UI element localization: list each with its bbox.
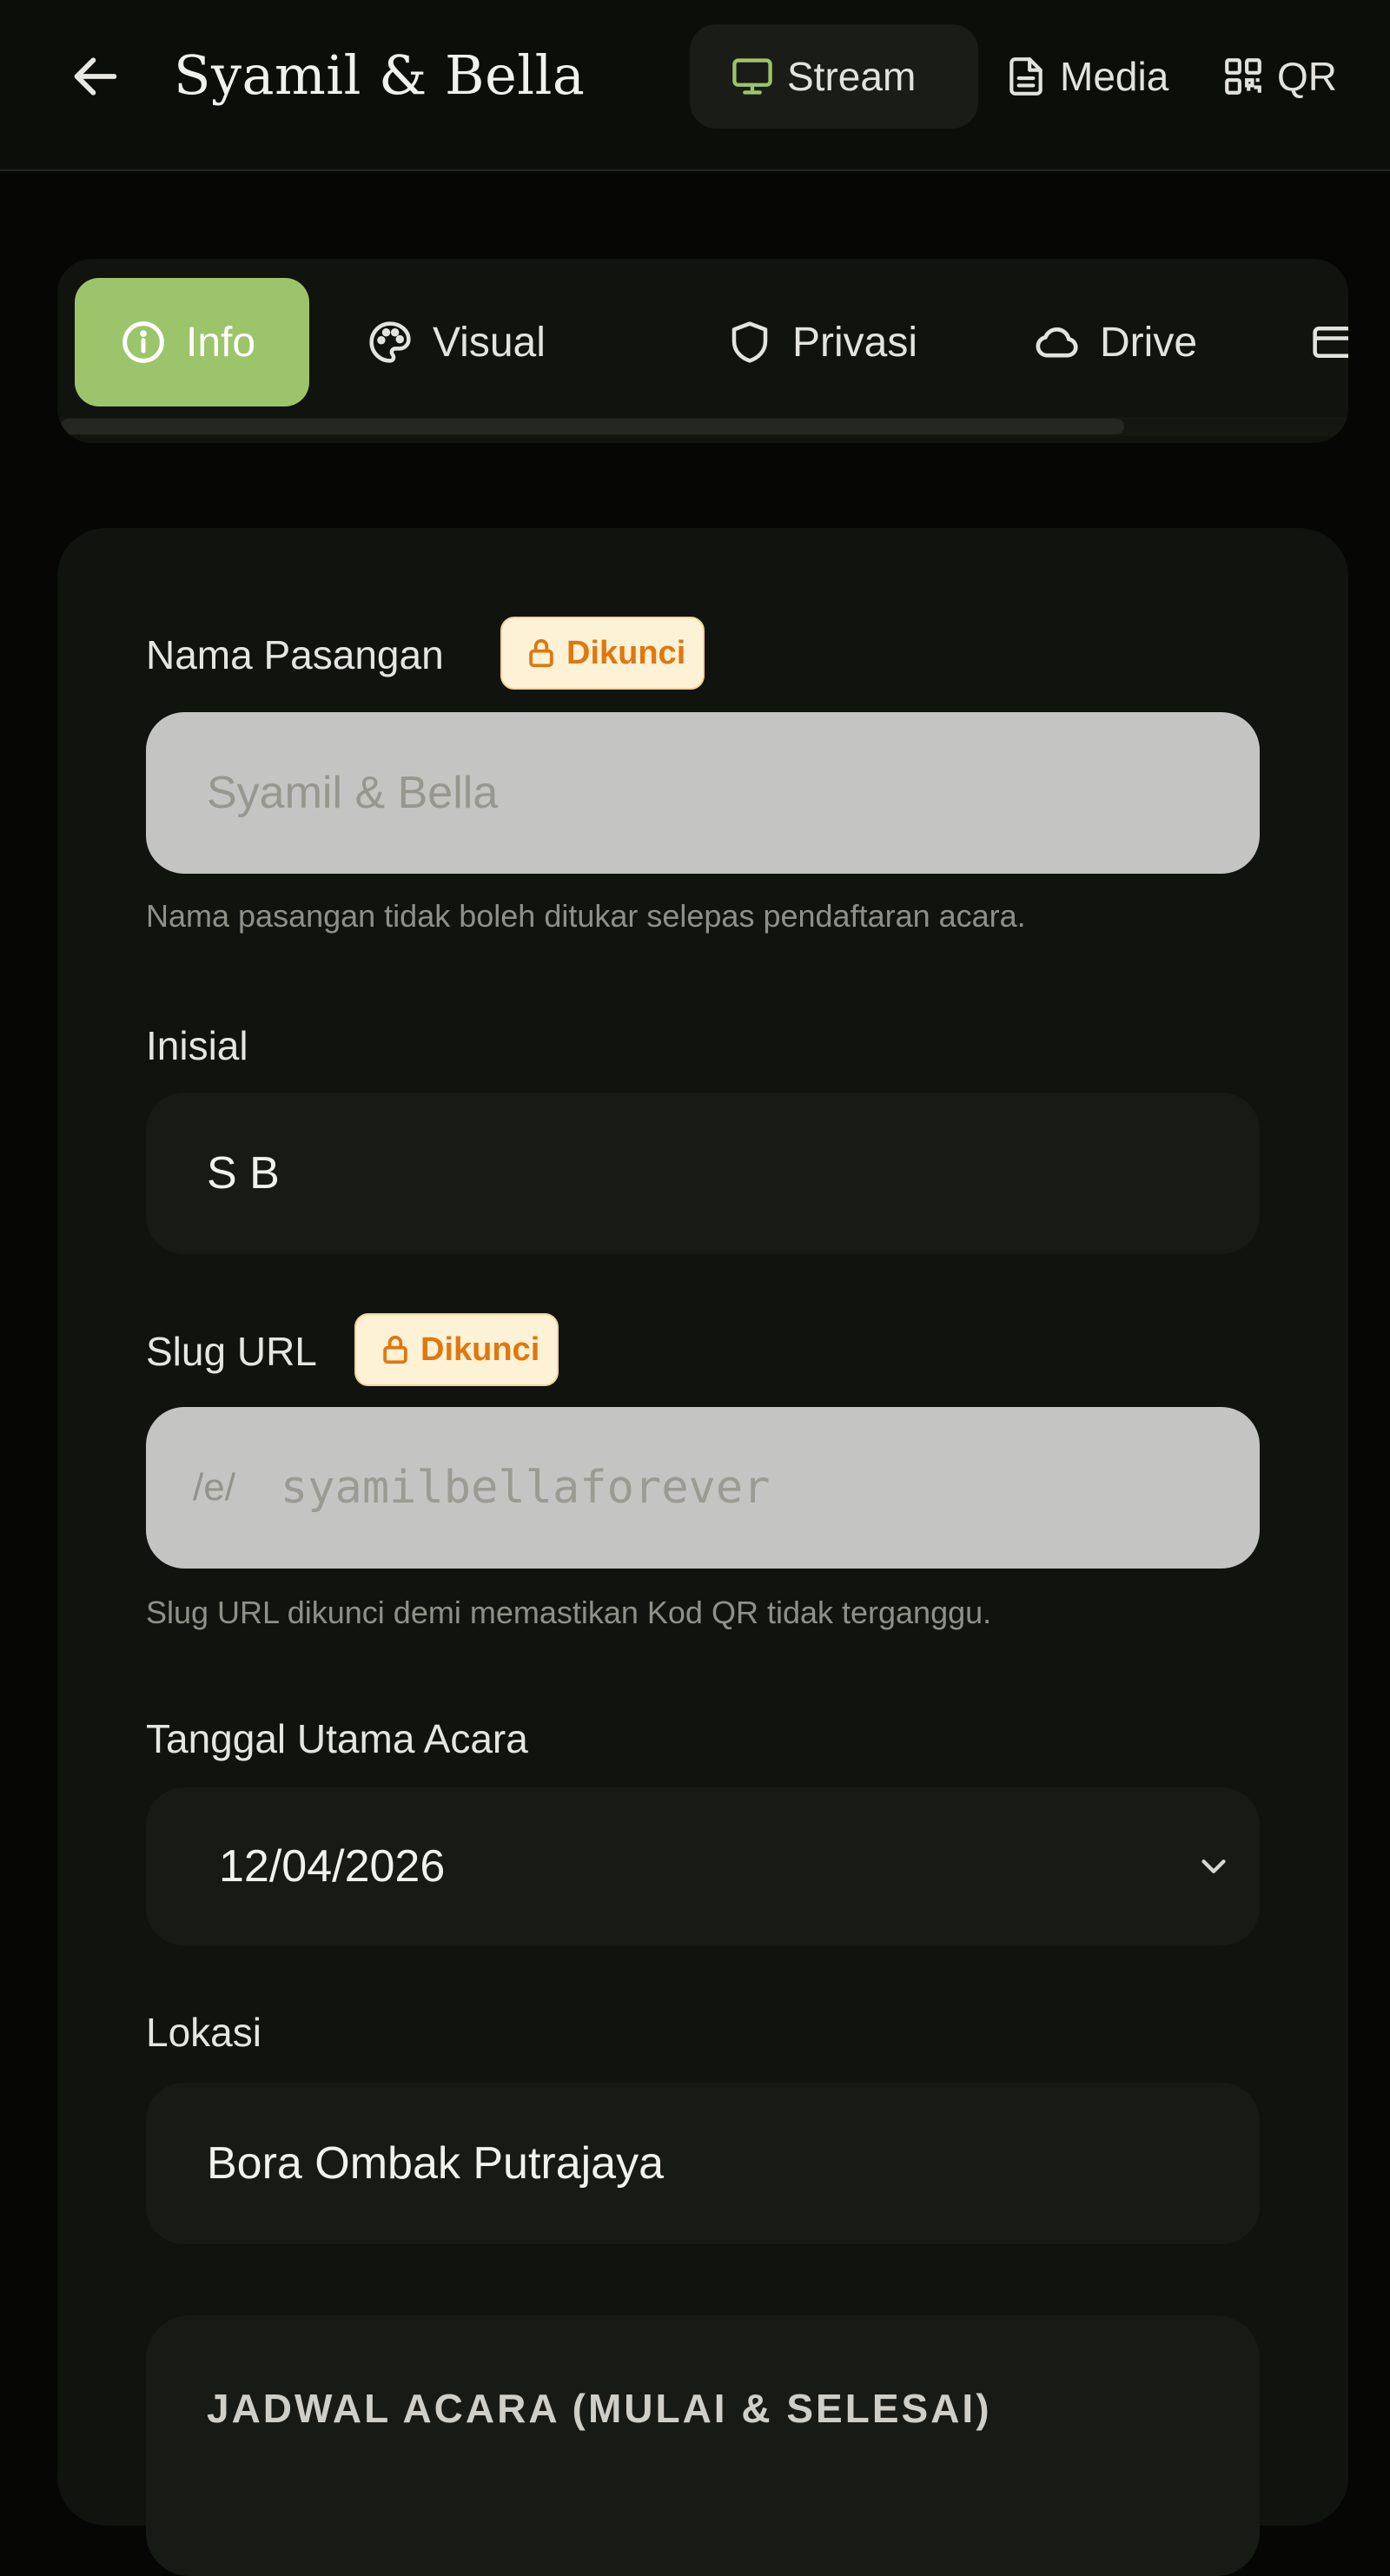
stream-button[interactable]: Stream: [690, 24, 978, 129]
slug-label: Slug URL: [146, 1329, 317, 1374]
tabs-scrollbar-thumb[interactable]: [61, 419, 1124, 434]
settings-tabs: Info Visual Privasi Drive: [57, 259, 1348, 443]
locked-badge-label: Dikunci: [566, 634, 686, 671]
location-input[interactable]: Bora Ombak Putrajaya: [146, 2083, 1260, 2244]
tab-privasi[interactable]: Privasi: [726, 278, 917, 406]
couple-name-input[interactable]: Syamil & Bella: [146, 712, 1260, 874]
slug-input[interactable]: /e/ syamilbellaforever: [146, 1407, 1260, 1569]
info-form-card: Nama Pasangan Dikunci Syamil & Bella Nam…: [57, 528, 1348, 2576]
cloud-icon: [1032, 318, 1081, 367]
tab-info-label: Info: [186, 319, 256, 366]
location-label: Lokasi: [146, 2010, 261, 2055]
schedule-section: JADWAL ACARA (MULAI & SELESAI): [146, 2315, 1260, 2576]
tab-drive-label: Drive: [1100, 319, 1198, 366]
shield-icon: [726, 319, 773, 366]
slug-prefix: /e/: [193, 1466, 235, 1509]
initials-input[interactable]: S B: [146, 1093, 1260, 1254]
info-circle-icon: [120, 319, 167, 366]
chevron-down-icon[interactable]: [1194, 1846, 1234, 1886]
locked-badge-label: Dikunci: [420, 1331, 540, 1368]
tab-visual-label: Visual: [433, 319, 546, 366]
location-value: Bora Ombak Putrajaya: [207, 2138, 665, 2189]
qr-label: QR: [1277, 54, 1337, 99]
lock-icon: [379, 1333, 412, 1366]
tab-more[interactable]: L: [1310, 278, 1348, 406]
stream-label: Stream: [787, 54, 917, 99]
initials-value: S B: [207, 1148, 280, 1199]
slug-help: Slug URL dikunci demi memastikan Kod QR …: [146, 1595, 992, 1630]
card-icon: [1310, 319, 1348, 366]
qr-code-icon: [1221, 55, 1265, 98]
monitor-icon: [730, 54, 775, 99]
couple-name-locked-badge: Dikunci: [500, 617, 705, 690]
back-button[interactable]: [61, 42, 130, 111]
page-title: Syamil & Bella: [174, 43, 586, 107]
slug-value: syamilbellaforever: [280, 1462, 771, 1514]
slug-locked-badge: Dikunci: [354, 1313, 559, 1386]
app-header: Syamil & Bella Stream Media QR: [0, 0, 1390, 171]
tab-drive[interactable]: Drive: [1032, 278, 1197, 406]
tab-privasi-label: Privasi: [792, 319, 918, 366]
qr-button[interactable]: QR: [1221, 24, 1337, 129]
schedule-title: JADWAL ACARA (MULAI & SELESAI): [207, 2386, 992, 2431]
media-button[interactable]: Media: [1004, 24, 1168, 129]
main-date-label: Tanggal Utama Acara: [146, 1716, 528, 1761]
tab-info[interactable]: Info: [75, 278, 309, 406]
document-icon: [1004, 55, 1048, 98]
couple-name-value: Syamil & Bella: [207, 768, 499, 818]
arrow-left-icon: [68, 49, 123, 104]
media-label: Media: [1060, 54, 1169, 99]
initials-label: Inisial: [146, 1023, 248, 1068]
tab-visual[interactable]: Visual: [367, 278, 546, 406]
main-date-input[interactable]: 12/04/2026: [146, 1787, 1260, 1945]
couple-name-help: Nama pasangan tidak boleh ditukar selepa…: [146, 898, 1026, 934]
palette-icon: [367, 319, 414, 366]
couple-name-label: Nama Pasangan: [146, 632, 444, 677]
lock-icon: [525, 637, 558, 670]
main-date-value: 12/04/2026: [219, 1841, 446, 1892]
